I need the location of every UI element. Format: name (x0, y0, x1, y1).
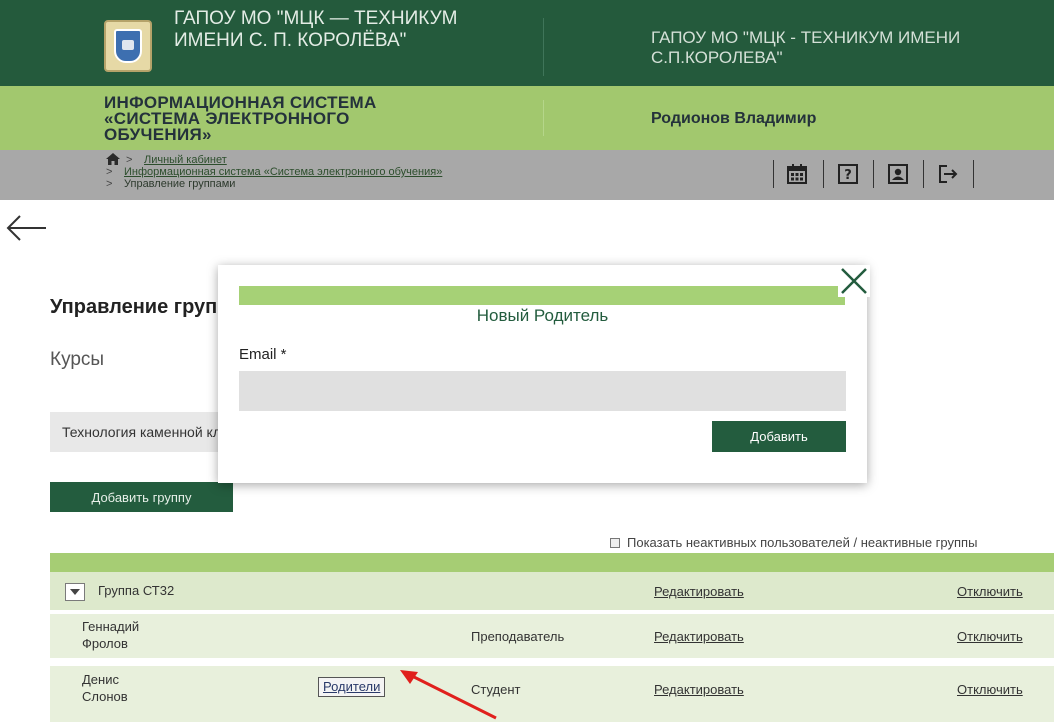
new-parent-dialog: Новый Родитель Email * Добавить (218, 265, 870, 483)
add-parent-button[interactable]: Добавить (712, 421, 846, 452)
add-group-button[interactable]: Добавить группу (50, 482, 233, 512)
breadcrumb-system-link[interactable]: Информационная система «Система электрон… (124, 166, 442, 178)
email-label: Email * (239, 346, 287, 363)
user-name[interactable]: Родионов Владимир (651, 110, 816, 128)
calendar-icon[interactable] (779, 158, 815, 190)
college-logo (104, 20, 152, 72)
table-header-bar (50, 553, 1054, 572)
show-inactive-checkbox[interactable] (610, 537, 620, 548)
courses-label: Курсы (50, 349, 105, 370)
breadcrumb-bar: > Личный кабинет > Информационная система … (0, 150, 1054, 200)
show-inactive-option[interactable]: Показать неактивных пользователей / неак… (610, 535, 977, 550)
toolbar-divider (823, 160, 824, 188)
toolbar-divider (923, 160, 924, 188)
show-inactive-label: Показать неактивных пользователей / неак… (627, 535, 978, 550)
member-edit-link[interactable]: Редактировать (654, 629, 744, 644)
group-row: Группа СТ32 Редактировать Отключить (50, 572, 1054, 610)
back-arrow-icon[interactable] (4, 212, 48, 244)
group-edit-link[interactable]: Редактировать (654, 584, 744, 599)
system-title: ИНФОРМАЦИОННАЯ СИСТЕМА «СИСТЕМА ЭЛЕКТРОН… (104, 93, 377, 144)
expand-group-button[interactable] (65, 583, 85, 601)
toolbar-divider (973, 160, 974, 188)
help-icon[interactable]: ? (830, 158, 866, 190)
table-row: Геннадий Фролов Преподаватель Редактиров… (50, 614, 1054, 658)
annotation-arrow-icon (400, 670, 497, 720)
member-disable-link[interactable]: Отключить (957, 629, 1023, 644)
header-divider (543, 100, 544, 136)
group-name: Группа СТ32 (98, 583, 175, 598)
chevron-down-icon (70, 589, 80, 595)
member-name: Геннадий Фролов (82, 619, 140, 651)
parents-button[interactable]: Родители (318, 677, 386, 697)
dialog-title: Новый Родитель (476, 306, 609, 325)
course-selector[interactable]: Технология каменной кладки (50, 412, 220, 452)
header-divider (543, 18, 544, 76)
system-header: ИНФОРМАЦИОННАЯ СИСТЕМА «СИСТЕМА ЭЛЕКТРОН… (0, 86, 1054, 150)
top-header: ГАПОУ МО "МЦК — ТЕХНИКУМ ИМЕНИ С. П. КОР… (0, 0, 1054, 86)
org-title: ГАПОУ МО "МЦК — ТЕХНИКУМ ИМЕНИ С. П. КОР… (174, 8, 458, 51)
svg-text:?: ? (844, 168, 852, 183)
member-edit-link[interactable]: Редактировать (654, 682, 744, 697)
toolbar-divider (873, 160, 874, 188)
breadcrumb-cabinet-link[interactable]: Личный кабинет (144, 154, 227, 166)
member-name: Денис Слонов (82, 672, 128, 704)
email-input[interactable] (239, 371, 846, 411)
logout-icon[interactable] (930, 158, 966, 190)
toolbar-divider (773, 160, 774, 188)
member-role: Преподаватель (471, 629, 565, 644)
group-disable-link[interactable]: Отключить (957, 584, 1023, 599)
breadcrumb-current: Управление группами (124, 178, 236, 190)
org-short-title: ГАПОУ МО "МЦК - ТЕХНИКУМ ИМЕНИ С.П.КОРОЛ… (651, 28, 961, 67)
close-icon[interactable] (838, 265, 870, 297)
table-row: Денис Слонов Родители Студент Редактиров… (50, 666, 1054, 722)
member-disable-link[interactable]: Отключить (957, 682, 1023, 697)
breadcrumb: > Личный кабинет > Информационная система … (106, 154, 443, 190)
profile-icon[interactable] (880, 158, 916, 190)
dialog-header-bar (239, 286, 845, 305)
